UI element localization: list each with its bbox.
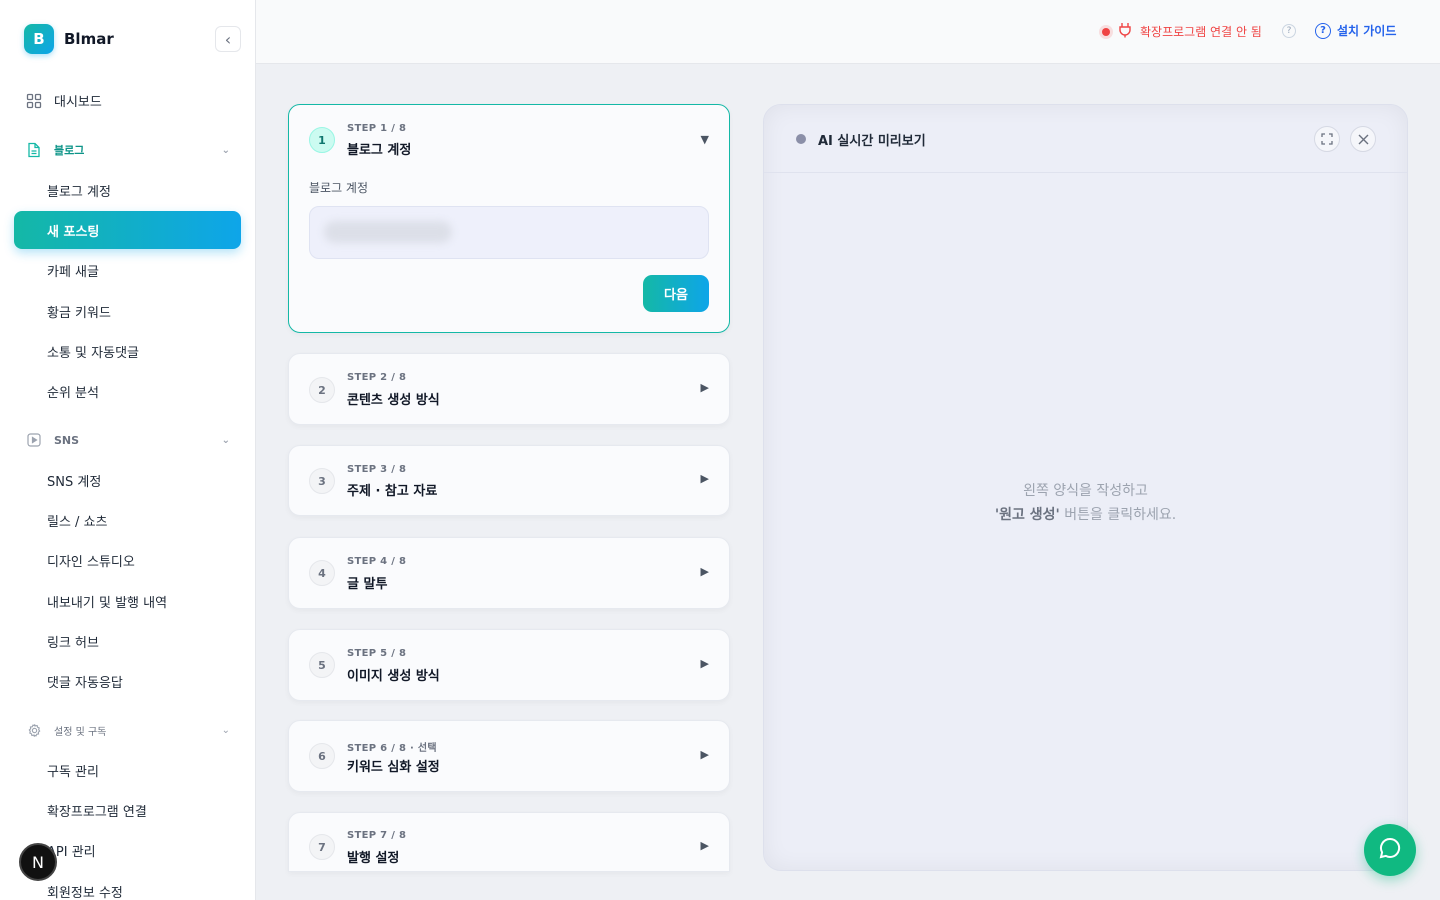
sidebar-item-sns-account[interactable]: SNS 계정 [47, 471, 101, 490]
sidebar-item-rank-analysis[interactable]: 순위 분석 [47, 382, 99, 401]
chat-button[interactable] [1364, 824, 1416, 876]
expand-arrow-icon: ▶ [700, 839, 709, 852]
brand-logo: B [24, 24, 54, 54]
chat-bubble-icon [1378, 836, 1402, 864]
sidebar-item-dashboard[interactable]: 대시보드 [26, 91, 102, 110]
step-label: STEP 4 / 8 [347, 556, 407, 567]
topbar: 확장프로그램 연결 안 됨 ? ? 설치 가이드 [256, 0, 1440, 64]
expand-arrow-icon: ▶ [700, 381, 709, 394]
blurred-value [324, 221, 452, 243]
step-title: 이미지 생성 방식 [347, 669, 440, 684]
sidebar-item-profile[interactable]: 회원정보 수정 [47, 882, 123, 900]
sidebar-item-subscription[interactable]: 구독 관리 [47, 761, 99, 780]
expand-arrow-icon: ▶ [700, 472, 709, 485]
step-number: 7 [309, 834, 335, 860]
section-label: 설정 및 구독 [54, 726, 107, 738]
sidebar-item-reels-shorts[interactable]: 릴스 / 쇼츠 [47, 511, 108, 530]
chevron-down-icon: ⌄ [221, 724, 230, 736]
step-label: STEP 7 / 8 [347, 830, 407, 841]
preview-empty-message: 왼쪽 양식을 작성하고 '원고 생성' 버튼을 클릭하세요. [764, 479, 1407, 527]
sidebar-item-extension[interactable]: 확장프로그램 연결 [47, 801, 147, 820]
step-number: 4 [309, 560, 335, 586]
brand[interactable]: B Blmar [24, 24, 114, 54]
step-label: STEP 6 / 8 · 선택 [347, 743, 437, 754]
sidebar-item-label: 대시보드 [54, 95, 102, 110]
gear-icon [26, 722, 42, 738]
expand-icon[interactable] [1314, 126, 1340, 152]
preview-title: AI 실시간 미리보기 [818, 134, 926, 149]
step-card-6[interactable]: 6 STEP 6 / 8 · 선택 키워드 심화 설정 ▶ [288, 720, 730, 792]
status-text: 확장프로그램 연결 안 됨 [1140, 25, 1262, 39]
sidebar-item-cafe-post[interactable]: 카페 새글 [47, 261, 99, 280]
status-dot [1102, 27, 1110, 36]
close-icon[interactable] [1350, 126, 1376, 152]
ai-preview-panel: AI 실시간 미리보기 왼쪽 양식을 작성하고 '원고 생성' 버튼을 클릭하세… [763, 104, 1408, 871]
preview-line-2-rest: 버튼을 클릭하세요. [1059, 507, 1177, 523]
expand-arrow-icon: ▶ [700, 657, 709, 670]
step-card-4[interactable]: 4 STEP 4 / 8 글 말투 ▶ [288, 537, 730, 609]
sidebar-item-blog-account[interactable]: 블로그 계정 [47, 181, 111, 200]
chevron-left-icon: ‹ [224, 29, 232, 49]
sidebar-item-golden-keyword[interactable]: 황금 키워드 [47, 302, 111, 321]
step-title: 발행 설정 [347, 851, 400, 866]
extension-status: 확장프로그램 연결 안 됨 [1102, 22, 1262, 41]
step-number: 3 [309, 468, 335, 494]
step-title: 주제 · 참고 자료 [347, 484, 438, 499]
grid-icon [26, 93, 42, 109]
sidebar-item-auto-comment[interactable]: 소통 및 자동댓글 [47, 342, 139, 361]
sidebar: B Blmar ‹ 대시보드 블로그 ⌄ 블로그 계정 새 포스팅 카페 새글 … [0, 0, 256, 900]
expand-arrow-icon: ▶ [700, 748, 709, 761]
step-card-7[interactable]: 7 STEP 7 / 8 발행 설정 ▶ [288, 812, 730, 872]
section-label: 블로그 [54, 144, 85, 157]
guide-label: 설치 가이드 [1337, 24, 1397, 38]
step-title: 키워드 심화 설정 [347, 760, 440, 775]
preview-line-1: 왼쪽 양식을 작성하고 [1023, 483, 1148, 499]
step-card-1: 1 STEP 1 / 8 블로그 계정 ▼ 블로그 계정 다음 [288, 104, 730, 333]
preview-line-2-bold: '원고 생성' [994, 507, 1060, 523]
help-icon[interactable]: ? [1282, 24, 1296, 38]
sidebar-item-design-studio[interactable]: 디자인 스튜디오 [47, 551, 135, 570]
step-number: 5 [309, 652, 335, 678]
step-label: STEP 5 / 8 [347, 648, 407, 659]
step-label: STEP 1 / 8 [347, 123, 407, 134]
collapse-arrow-icon[interactable]: ▼ [701, 133, 709, 146]
avatar[interactable]: N [19, 843, 57, 881]
sidebar-item-comment-autoreply[interactable]: 댓글 자동응답 [47, 672, 123, 691]
step-number: 1 [309, 127, 335, 153]
sidebar-item-new-posting[interactable]: 새 포스팅 [14, 211, 241, 249]
step-number: 2 [309, 377, 335, 403]
expand-arrow-icon: ▶ [700, 565, 709, 578]
blog-account-select[interactable] [309, 206, 709, 259]
step-card-2[interactable]: 2 STEP 2 / 8 콘텐츠 생성 방식 ▶ [288, 353, 730, 425]
step-title: 블로그 계정 [347, 143, 412, 158]
section-label: SNS [54, 433, 80, 447]
sidebar-item-link-hub[interactable]: 링크 허브 [47, 632, 99, 651]
step-title: 글 말투 [347, 577, 388, 592]
step-label: STEP 3 / 8 [347, 464, 407, 475]
step-card-5[interactable]: 5 STEP 5 / 8 이미지 생성 방식 ▶ [288, 629, 730, 701]
step-card-3[interactable]: 3 STEP 3 / 8 주제 · 참고 자료 ▶ [288, 445, 730, 516]
sidebar-section-blog[interactable]: 블로그 ⌄ [26, 142, 230, 158]
next-button[interactable]: 다음 [643, 275, 709, 312]
preview-status-dot [796, 134, 806, 144]
chevron-down-icon: ⌄ [221, 434, 230, 446]
collapse-sidebar-button[interactable]: ‹ [215, 26, 241, 52]
field-label: 블로그 계정 [309, 181, 369, 195]
preview-header: AI 실시간 미리보기 [764, 105, 1407, 173]
install-guide-link[interactable]: ? 설치 가이드 [1315, 22, 1396, 39]
preview-line-2: '원고 생성' 버튼을 클릭하세요. [764, 503, 1407, 527]
play-icon [26, 432, 42, 448]
sidebar-item-export-history[interactable]: 내보내기 및 발행 내역 [47, 592, 167, 611]
step-number: 6 [309, 743, 335, 769]
brand-name: Blmar [64, 30, 114, 48]
plug-icon [1118, 22, 1132, 41]
document-icon [26, 142, 42, 158]
sidebar-section-sns[interactable]: SNS ⌄ [26, 432, 230, 448]
question-circle-icon: ? [1315, 22, 1331, 39]
step-title: 콘텐츠 생성 방식 [347, 393, 440, 408]
sidebar-section-settings[interactable]: 설정 및 구독 ⌄ [26, 722, 230, 738]
step-label: STEP 2 / 8 [347, 372, 407, 383]
chevron-down-icon: ⌄ [221, 144, 230, 156]
